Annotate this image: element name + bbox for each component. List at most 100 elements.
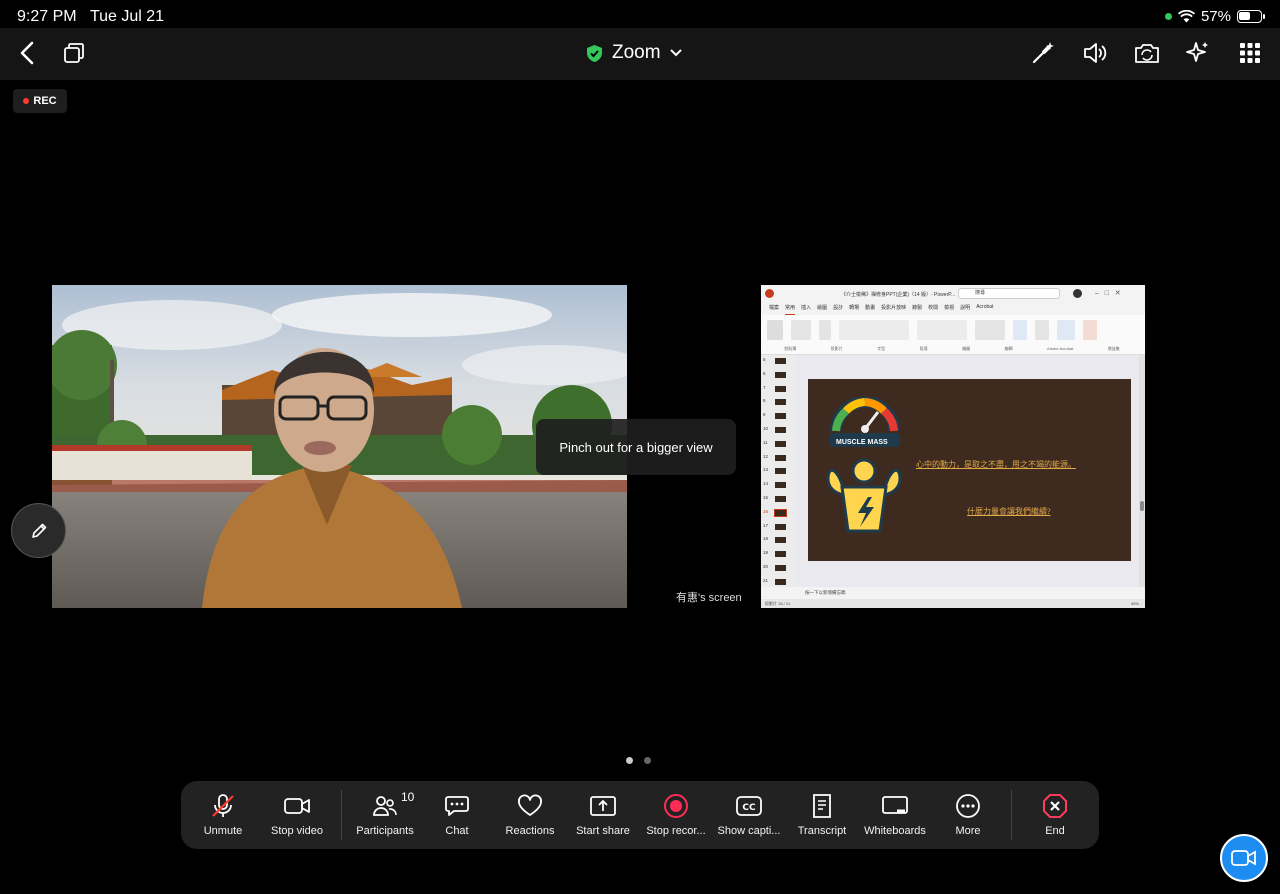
- ppt-tab: Acrobat: [976, 304, 994, 310]
- more-button[interactable]: More: [948, 781, 988, 849]
- ppt-thumbnail: [775, 468, 786, 475]
- share-icon: [588, 793, 618, 819]
- ppt-thumbnail-number: 6: [763, 370, 766, 376]
- transcript-button[interactable]: Transcript: [793, 781, 851, 849]
- captions-icon: CC: [734, 793, 764, 819]
- back-button[interactable]: [8, 34, 46, 72]
- start-share-button[interactable]: Start share: [571, 781, 635, 849]
- annotate-button[interactable]: [11, 503, 66, 558]
- ppt-thumbnail: [775, 399, 786, 406]
- pinch-tooltip: Pinch out for a bigger view: [536, 419, 736, 475]
- magic-edit-button[interactable]: [1024, 34, 1062, 72]
- end-button[interactable]: End: [1036, 781, 1074, 849]
- shared-screen[interactable]: 《介士檢稀》禪修身PPT(企業)（14 版）- PowerP... 搜尋 – □…: [761, 285, 1145, 608]
- ppt-title: 《介士檢稀》禪修身PPT(企業)（14 版）- PowerP...: [841, 292, 956, 298]
- strong-man-icon: [826, 458, 902, 533]
- ppt-thumbnail: [774, 508, 787, 517]
- chat-icon: [442, 793, 472, 819]
- ppt-thumbnail-number: 10: [763, 426, 769, 431]
- ppt-ribbon-group-label: 段落: [919, 346, 928, 351]
- video-camera-icon: [1231, 850, 1256, 866]
- ppt-tab: 繪圖: [817, 305, 828, 311]
- pinch-tooltip-text: Pinch out for a bigger view: [559, 439, 713, 455]
- slide-text-line-1: 心中的動力，是取之不盡，用之不竭的能源。: [916, 460, 1076, 469]
- show-captions-button[interactable]: CC Show capti...: [715, 781, 783, 849]
- stop-video-button[interactable]: Stop video: [263, 781, 331, 849]
- ppt-ribbon-group-label: Adobe Acrobat: [1047, 346, 1074, 351]
- ppt-thumbnail-number: 18: [763, 536, 769, 542]
- ppt-thumbnail: [775, 496, 786, 502]
- ppt-thumbnail-number: 5: [763, 357, 766, 362]
- page-indicator[interactable]: [626, 757, 651, 764]
- ppt-slide-canvas: MUSCLE MASS 心中的動力，是取之不盡，用之不竭的能源。 什麼力量會讓我…: [795, 355, 1139, 587]
- transcript-icon: [807, 793, 837, 819]
- ppt-thumbnail: [775, 454, 786, 461]
- ppt-statusbar: 投影片 16 / 21 45%: [761, 599, 1145, 608]
- heart-icon: [515, 793, 545, 819]
- meeting-title[interactable]: Zoom: [586, 36, 682, 70]
- recording-label: REC: [33, 95, 57, 107]
- sparkle-icon: [1186, 42, 1208, 62]
- ppt-notes: 按一下以新增備忘稿: [805, 590, 846, 595]
- grid-icon: [1240, 43, 1260, 63]
- floating-video-button[interactable]: [1220, 834, 1268, 882]
- ppt-search: 搜尋: [958, 288, 1060, 299]
- more-icon: [953, 793, 983, 819]
- battery-percent: 57%: [1200, 8, 1231, 25]
- switch-camera-button[interactable]: [1128, 34, 1166, 72]
- apps-button[interactable]: [1231, 34, 1269, 72]
- ppt-ribbon-group-label: 繪圖: [962, 346, 971, 351]
- ppt-tab: 檔案: [769, 305, 780, 311]
- stop-recording-button[interactable]: Stop recor...: [643, 781, 709, 849]
- ppt-tab: 檢視: [944, 305, 955, 311]
- ppt-window-controls: – □ ✕: [1095, 290, 1121, 297]
- page-dot-1[interactable]: [626, 757, 633, 764]
- ppt-thumbnail-pane: 5 6 7 8 9 10 11 12 13 14 15 16 17 18 19 20 21: [761, 355, 795, 587]
- ppt-tab: 轉場: [849, 305, 860, 311]
- ppt-ribbon-buttons: [767, 320, 1097, 342]
- reactions-button[interactable]: Reactions: [499, 781, 561, 849]
- speaker-icon: [1084, 43, 1107, 63]
- windows-icon: [64, 43, 84, 63]
- page-dot-2[interactable]: [644, 757, 651, 764]
- ppt-thumbnail: [775, 413, 786, 420]
- ai-companion-button[interactable]: [1179, 34, 1217, 72]
- ppt-thumbnail: [775, 358, 786, 364]
- status-time: 9:27 PM Tue Jul 21: [17, 8, 165, 25]
- window-switch-button[interactable]: [55, 34, 93, 72]
- shield-check-icon: [587, 44, 602, 62]
- ppt-thumbnail: [775, 523, 786, 530]
- ppt-thumbnail: [775, 482, 786, 489]
- pencil-icon: [31, 523, 46, 538]
- ppt-thumbnail: [775, 440, 786, 447]
- battery-icon: [1237, 10, 1265, 23]
- ppt-thumbnail-number: 9: [763, 412, 766, 418]
- chat-button[interactable]: Chat: [437, 781, 477, 849]
- mic-muted-icon: [208, 793, 238, 819]
- chevron-down-icon: [669, 49, 682, 57]
- participants-icon: [370, 793, 400, 819]
- ppt-slide-counter: 投影片 16 / 21: [765, 601, 791, 606]
- video-camera-icon: [282, 793, 312, 819]
- muscle-mass-gauge-icon: [830, 397, 900, 447]
- ppt-thumbnail: [775, 385, 786, 392]
- ppt-ribbon-tabs: 檔案 常用 插入 繪圖 設計 轉場 動畫 投影片放映 錄製 校閱 檢視 說明 Acrobat: [761, 304, 1145, 315]
- speaker-button[interactable]: [1076, 34, 1114, 72]
- ppt-thumbnail-number: 17: [763, 522, 769, 528]
- ppt-thumbnail-number: 21: [763, 577, 769, 583]
- ppt-thumbnail-number: 14: [763, 481, 769, 487]
- whiteboards-button[interactable]: Whiteboards: [859, 781, 931, 849]
- top-nav: Zoom: [0, 28, 1280, 80]
- ppt-ribbon-group-label: 字型: [877, 346, 886, 351]
- status-indicators: 57%: [1164, 8, 1265, 25]
- ppt-thumbnail: [775, 371, 786, 378]
- ppt-ribbon-group-label: 增益集: [1107, 346, 1120, 351]
- unmute-button[interactable]: Unmute: [193, 781, 253, 849]
- ppt-thumbnail: [775, 551, 786, 558]
- ppt-thumbnail-number: 8: [763, 398, 766, 404]
- shared-screen-label: 有惠's screen: [676, 592, 742, 604]
- ppt-avatar: [1073, 289, 1082, 298]
- ppt-ribbon-groups: 剪貼簿 投影片 字型 段落 繪圖 編輯 Adobe Acrobat 增益集: [767, 346, 1137, 354]
- end-icon: [1040, 793, 1070, 819]
- ppt-ribbon-group-label: 編輯: [1004, 346, 1013, 351]
